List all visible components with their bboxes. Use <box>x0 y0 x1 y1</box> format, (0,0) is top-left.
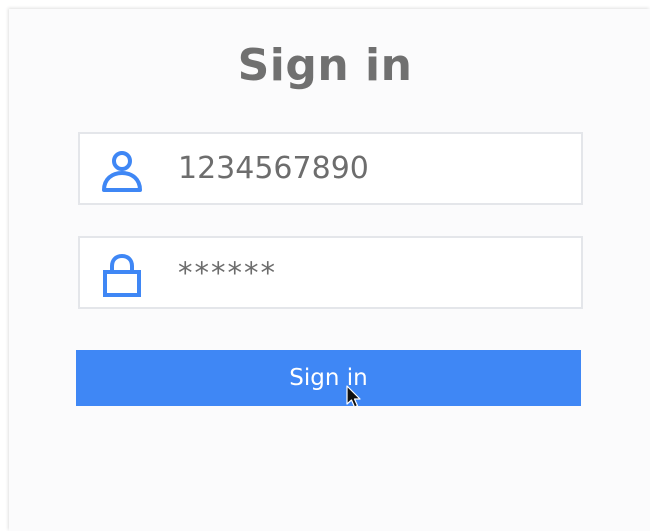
password-field[interactable] <box>78 236 583 309</box>
password-input[interactable] <box>178 238 568 307</box>
username-field[interactable] <box>78 132 583 205</box>
user-icon <box>102 151 142 192</box>
screen: Sign in Sign in <box>0 0 650 531</box>
username-input[interactable] <box>178 134 568 203</box>
lock-icon <box>103 253 141 297</box>
page-title: Sign in <box>237 40 413 91</box>
mouse-cursor-icon <box>346 385 361 408</box>
sign-in-button[interactable]: Sign in <box>76 350 581 406</box>
